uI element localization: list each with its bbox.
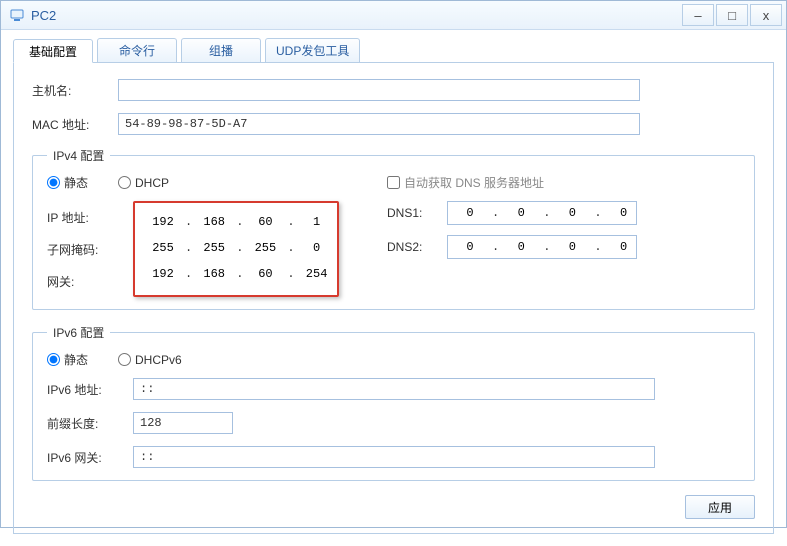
mask-input[interactable]: . . . xyxy=(141,237,331,259)
ipv4-legend: IPv4 配置 xyxy=(47,147,110,164)
titlebar: PC2 – □ x xyxy=(1,1,786,30)
dns1-input[interactable]: . . . xyxy=(447,201,637,225)
ipv6gw-label: IPv6 网关: xyxy=(47,449,133,466)
prefix-input[interactable] xyxy=(133,412,233,434)
tab-udp[interactable]: UDP发包工具 xyxy=(265,38,360,62)
ipv4-dhcp-radio[interactable]: DHCP xyxy=(118,176,169,190)
dns2-input[interactable]: . . . xyxy=(447,235,637,259)
dns2-label: DNS2: xyxy=(387,240,447,254)
ipv6gw-input[interactable] xyxy=(133,446,655,468)
hostname-input[interactable] xyxy=(118,79,640,101)
ipv4-group: IPv4 配置 静态 DHCP xyxy=(32,147,755,310)
tab-cmd[interactable]: 命令行 xyxy=(97,38,177,62)
maximize-button[interactable]: □ xyxy=(716,4,748,26)
ipv6addr-input[interactable] xyxy=(133,378,655,400)
ipv4-static-radio[interactable]: 静态 xyxy=(47,174,88,191)
ipv6-legend: IPv6 配置 xyxy=(47,324,110,341)
mask-label: 子网掩码: xyxy=(47,241,133,258)
tab-mcast[interactable]: 组播 xyxy=(181,38,261,62)
auto-dns-checkbox[interactable]: 自动获取 DNS 服务器地址 xyxy=(387,174,544,191)
app-icon xyxy=(9,7,25,23)
mac-label: MAC 地址: xyxy=(32,116,118,133)
ipv4-highlight-box: . . . . . xyxy=(133,201,339,297)
ipv6-group: IPv6 配置 静态 DHCPv6 IPv6 地址: 前缀长 xyxy=(32,324,755,481)
tab-basic[interactable]: 基础配置 xyxy=(13,39,93,63)
ip-input[interactable]: . . . xyxy=(141,211,331,233)
close-button[interactable]: x xyxy=(750,4,782,26)
gw-label: 网关: xyxy=(47,273,133,290)
tab-bar: 基础配置 命令行 组播 UDP发包工具 xyxy=(13,38,774,63)
gateway-input[interactable]: . . . xyxy=(141,263,331,285)
hostname-label: 主机名: xyxy=(32,82,118,99)
app-window: PC2 – □ x 基础配置 命令行 组播 UDP发包工具 主机名: MAC 地… xyxy=(0,0,787,528)
ip-label: IP 地址: xyxy=(47,209,133,226)
mac-input[interactable] xyxy=(118,113,640,135)
client-area: 基础配置 命令行 组播 UDP发包工具 主机名: MAC 地址: IPv4 配置 xyxy=(1,30,786,546)
window-title: PC2 xyxy=(31,8,56,23)
dns1-label: DNS1: xyxy=(387,206,447,220)
ipv6-static-radio[interactable]: 静态 xyxy=(47,351,88,368)
tab-panel-basic: 主机名: MAC 地址: IPv4 配置 静态 xyxy=(13,63,774,534)
prefix-label: 前缀长度: xyxy=(47,415,133,432)
ipv6-dhcp-radio[interactable]: DHCPv6 xyxy=(118,353,182,367)
ipv6addr-label: IPv6 地址: xyxy=(47,381,133,398)
minimize-button[interactable]: – xyxy=(682,4,714,26)
apply-button[interactable]: 应用 xyxy=(685,495,755,519)
